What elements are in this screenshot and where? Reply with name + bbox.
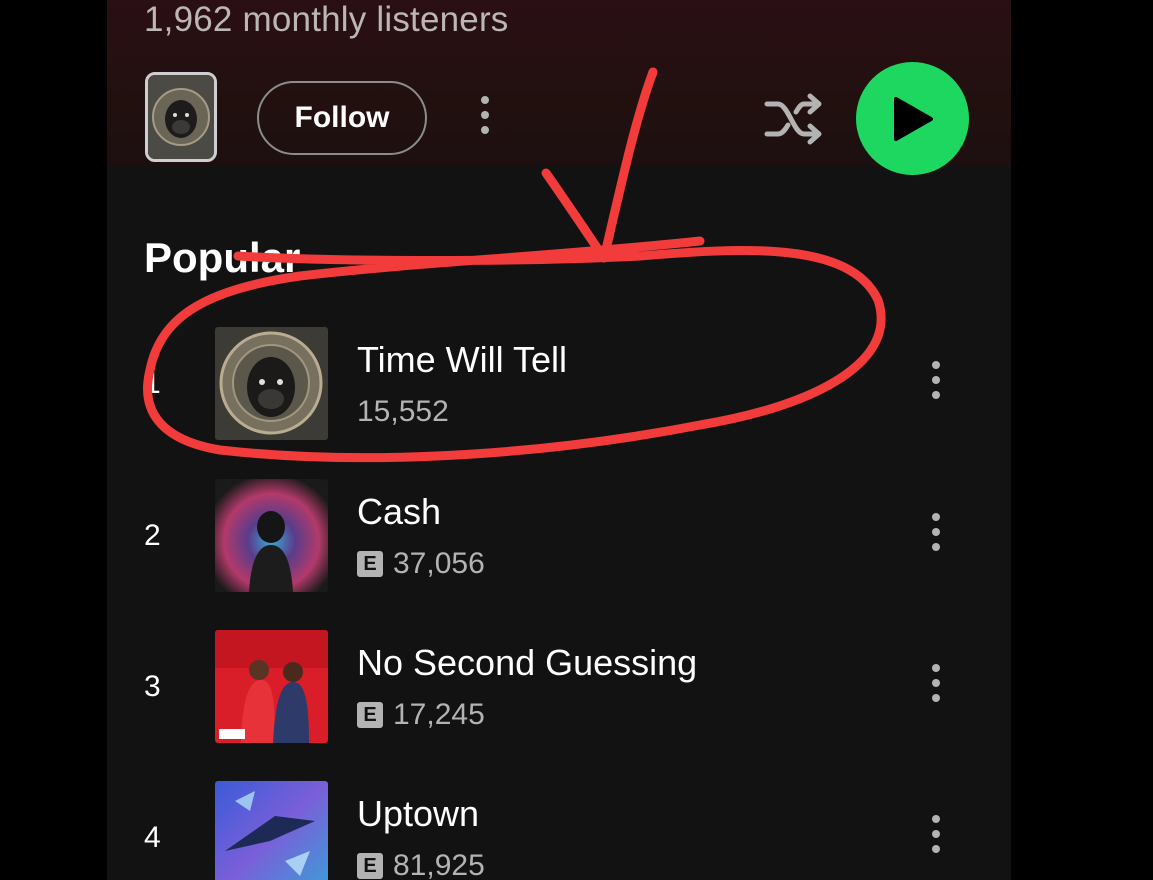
artist-header: 1,962 monthly listeners Follow [107, 0, 1011, 175]
track-cover [215, 630, 328, 743]
track-title: Cash [357, 491, 442, 532]
track-more-options-icon[interactable] [930, 513, 942, 551]
track-row[interactable]: 1 Time Will Tell 15,552 [107, 327, 1011, 441]
track-row[interactable]: 4 Uptown E 81,925 [107, 781, 1011, 880]
track-meta: 15,552 [357, 395, 449, 429]
explicit-badge: E [357, 551, 383, 577]
explicit-badge: E [357, 853, 383, 879]
track-more-options-icon[interactable] [930, 664, 942, 702]
artist-page: 1,962 monthly listeners Follow Popular 1… [107, 0, 1011, 880]
track-cover [215, 327, 328, 440]
track-rank: 3 [144, 670, 161, 703]
track-cover [215, 781, 328, 880]
track-plays: 37,056 [393, 547, 485, 580]
track-plays: 81,925 [393, 849, 485, 880]
monthly-listeners: 1,962 monthly listeners [144, 0, 509, 39]
track-plays: 17,245 [393, 698, 485, 731]
track-meta: E 81,925 [357, 849, 485, 880]
track-more-options-icon[interactable] [930, 361, 942, 399]
track-row[interactable]: 3 No Second Guessing E 17,245 [107, 630, 1011, 744]
artist-avatar[interactable] [145, 72, 217, 162]
follow-button[interactable]: Follow [257, 81, 427, 155]
track-rank: 1 [144, 367, 161, 400]
track-more-options-icon[interactable] [930, 815, 942, 853]
track-cover [215, 479, 328, 592]
track-row[interactable]: 2 Cash E 37,056 [107, 479, 1011, 593]
track-rank: 2 [144, 519, 161, 552]
artist-more-options-icon[interactable] [479, 96, 491, 134]
track-rank: 4 [144, 821, 161, 854]
play-icon [893, 96, 933, 141]
track-plays: 15,552 [357, 395, 449, 428]
shuffle-icon[interactable] [764, 92, 824, 146]
track-meta: E 17,245 [357, 698, 485, 732]
track-meta: E 37,056 [357, 547, 485, 581]
track-title: No Second Guessing [357, 642, 698, 683]
track-title: Time Will Tell [357, 339, 568, 380]
track-title: Uptown [357, 793, 480, 834]
play-button[interactable] [856, 62, 969, 175]
explicit-badge: E [357, 702, 383, 728]
popular-heading: Popular [144, 234, 301, 281]
